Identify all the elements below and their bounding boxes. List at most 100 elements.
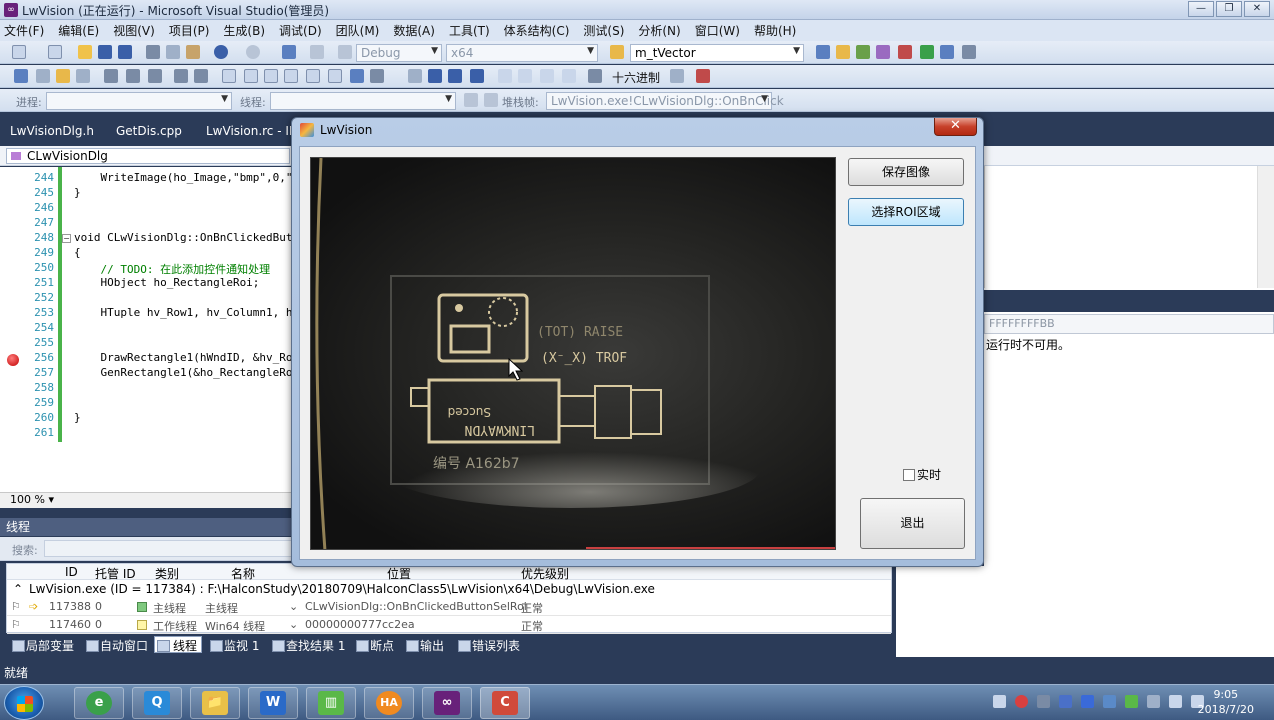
tray-security-icon[interactable]: [1015, 695, 1028, 708]
class-dropdown[interactable]: CLwVisionDlg: [6, 148, 290, 164]
undo-icon[interactable]: [214, 45, 228, 59]
realtime-checkbox[interactable]: 实时: [903, 466, 941, 483]
menu-view[interactable]: 视图(V): [113, 22, 155, 39]
step-out-icon[interactable]: [562, 69, 576, 83]
stackframe-combo[interactable]: LwVision.exe!CLwVisionDlg::OnBnClick ▼: [546, 92, 784, 110]
find-icon[interactable]: [610, 45, 624, 59]
menu-test[interactable]: 测试(S): [583, 22, 624, 39]
hex-toggle[interactable]: 十六进制: [612, 69, 660, 86]
flag-icon[interactable]: [484, 93, 498, 107]
taskbar-app-explorer[interactable]: 📁: [190, 687, 240, 719]
dialog-close-button[interactable]: ✕: [934, 118, 977, 136]
exit-button[interactable]: 退出: [860, 498, 965, 549]
outdent-icon[interactable]: [104, 69, 118, 83]
config-combo[interactable]: Debug ▼: [356, 44, 442, 62]
tab-lwvision-rc[interactable]: LwVision.rc - ID: [206, 124, 298, 138]
new-project-icon[interactable]: [12, 45, 26, 59]
prev-bookmark-folder-icon[interactable]: [284, 69, 298, 83]
camera-view[interactable]: (X⁻_X) TROF (TOT) RAISE LINKWAYDN Succed…: [310, 157, 836, 550]
find-combo[interactable]: m_tVector ▼: [630, 44, 804, 62]
bluetooth-icon[interactable]: [1081, 695, 1094, 708]
select-roi-button[interactable]: 选择ROI区域: [848, 198, 964, 226]
continue-icon[interactable]: [408, 69, 422, 83]
uncomment-icon[interactable]: [194, 69, 208, 83]
tray-expand-icon[interactable]: [993, 695, 1006, 708]
menu-file[interactable]: 文件(F): [4, 22, 44, 39]
tab-find-results-1[interactable]: 查找结果 1: [270, 637, 345, 654]
redo-icon[interactable]: [246, 45, 260, 59]
flag-icon[interactable]: ⚐: [11, 618, 21, 631]
tab-error-list[interactable]: 错误列表: [456, 637, 520, 654]
extension-icon[interactable]: [940, 45, 954, 59]
start-page-icon[interactable]: [920, 45, 934, 59]
tab-locals[interactable]: 局部变量: [10, 637, 74, 654]
prev-bookmark-icon[interactable]: [244, 69, 258, 83]
process-row[interactable]: ⌃ LwVision.exe (ID = 117384) : F:\Halcon…: [7, 581, 891, 598]
indent-right-icon[interactable]: [148, 69, 162, 83]
volume-icon[interactable]: [1169, 695, 1182, 708]
bookmark-icon[interactable]: [222, 69, 236, 83]
checkbox-box[interactable]: [903, 469, 915, 481]
restart-icon[interactable]: [470, 69, 484, 83]
properties-icon[interactable]: [836, 45, 850, 59]
menu-debug[interactable]: 调试(D): [279, 22, 322, 39]
tray-vs-icon[interactable]: [1059, 695, 1072, 708]
tab-breakpoints[interactable]: 断点: [354, 637, 394, 654]
add-item-icon[interactable]: [48, 45, 62, 59]
menu-architecture[interactable]: 体系结构(C): [504, 22, 570, 39]
more-icon[interactable]: [370, 69, 384, 83]
taskbar-app-ie[interactable]: e: [74, 687, 124, 719]
collapse-toggle[interactable]: −: [62, 234, 71, 243]
tools-icon[interactable]: [898, 45, 912, 59]
window-layout-icon[interactable]: [962, 45, 976, 59]
tray-sync-icon[interactable]: [1103, 695, 1116, 708]
col-priority[interactable]: 优先级别: [521, 565, 569, 582]
comment-icon[interactable]: [174, 69, 188, 83]
save-icon[interactable]: [98, 45, 112, 59]
properties-combo[interactable]: FFFFFFFFBB: [984, 314, 1274, 334]
step-over-icon[interactable]: [540, 69, 554, 83]
process-combo[interactable]: ▼: [46, 92, 232, 110]
table-row[interactable]: ⚐ 117460 0 工作线程 Win64 线程 ⌄ 00000000777cc…: [7, 617, 891, 634]
start-debug-icon[interactable]: [338, 45, 352, 59]
param-info-icon[interactable]: [36, 69, 50, 83]
col-location[interactable]: 位置: [387, 565, 411, 582]
start-button[interactable]: [4, 686, 44, 720]
menu-project[interactable]: 项目(P): [169, 22, 210, 39]
nvidia-icon[interactable]: [1125, 695, 1138, 708]
next-bookmark-icon[interactable]: [264, 69, 278, 83]
col-id[interactable]: ID: [65, 565, 78, 579]
break-all-icon[interactable]: [428, 69, 442, 83]
menu-build[interactable]: 生成(B): [223, 22, 265, 39]
taskbar-app-word[interactable]: W: [248, 687, 298, 719]
col-managed-id[interactable]: 托管 ID: [95, 565, 136, 582]
taskbar-app-qq[interactable]: Q: [132, 687, 182, 719]
taskbar-app-lwvision[interactable]: C: [480, 687, 530, 719]
tab-autos[interactable]: 自动窗口: [84, 637, 148, 654]
zoom-level[interactable]: 100 % ▾: [0, 492, 296, 508]
word-complete-icon[interactable]: [56, 69, 70, 83]
next-bookmark-folder-icon[interactable]: [306, 69, 320, 83]
tab-lwvisiondlg-h[interactable]: LwVisionDlg.h: [10, 124, 94, 138]
indent-left-icon[interactable]: [126, 69, 140, 83]
navigate-back-icon[interactable]: [282, 45, 296, 59]
menu-data[interactable]: 数据(A): [393, 22, 435, 39]
taskbar-app-visual-studio[interactable]: ∞: [422, 687, 472, 719]
clock[interactable]: 9:05 2018/7/20: [1198, 687, 1254, 717]
thread-combo[interactable]: ▼: [270, 92, 456, 110]
minimize-button[interactable]: —: [1188, 1, 1214, 17]
vertical-scrollbar[interactable]: [1257, 166, 1274, 288]
flag-icon[interactable]: ⚐: [11, 600, 21, 613]
show-next-statement-icon[interactable]: [498, 69, 512, 83]
clear-bookmarks-icon[interactable]: [328, 69, 342, 83]
cut-icon[interactable]: [146, 45, 160, 59]
tab-output[interactable]: 输出: [404, 637, 444, 654]
copy-icon[interactable]: [166, 45, 180, 59]
solution-explorer-icon[interactable]: [816, 45, 830, 59]
table-row[interactable]: ⚐ ➩ 117388 0 主线程 主线程 ⌄ CLwVisionDlg::OnB…: [7, 599, 891, 616]
save-image-button[interactable]: 保存图像: [848, 158, 964, 186]
navigate-forward-icon[interactable]: [310, 45, 324, 59]
breakpoints-icon[interactable]: [588, 69, 602, 83]
maximize-button[interactable]: ❐: [1216, 1, 1242, 17]
exceptions-icon[interactable]: [696, 69, 710, 83]
